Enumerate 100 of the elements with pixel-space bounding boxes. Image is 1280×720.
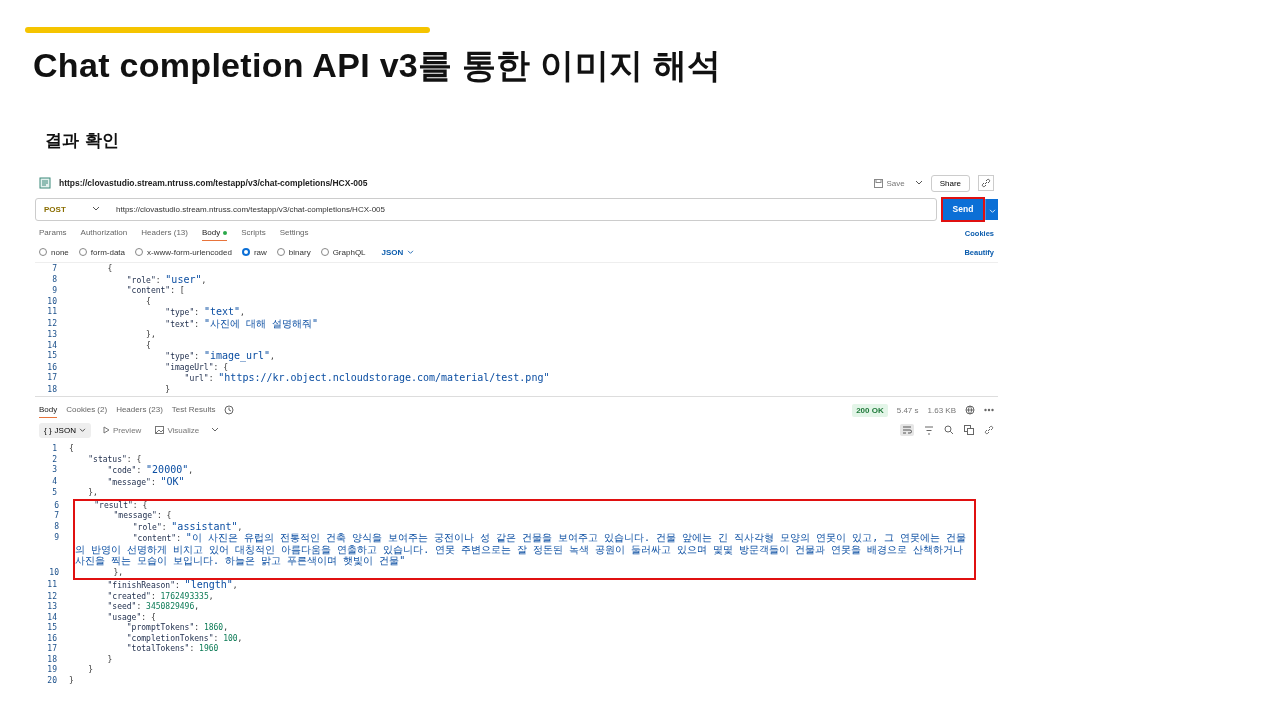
line-number: 9 xyxy=(51,286,58,297)
response-tab[interactable]: Headers (23) xyxy=(116,402,163,418)
line-number: 12 xyxy=(46,591,58,602)
body-type-option[interactable]: binary xyxy=(276,247,311,257)
line-number: 14 xyxy=(46,612,58,623)
code-line: { xyxy=(145,340,152,351)
line-number: 20 xyxy=(46,675,58,686)
code-line: "type": "text", xyxy=(164,307,246,319)
line-number: 15 xyxy=(46,623,58,634)
code-line: } xyxy=(87,665,95,676)
code-line: "finishReason": "length", xyxy=(106,580,239,592)
response-tab[interactable]: Test Results xyxy=(171,402,216,418)
code-line: "completionTokens": 100, xyxy=(125,633,244,644)
line-number: 6 xyxy=(53,500,60,511)
line-number: 19 xyxy=(46,665,58,676)
line-number: 8 xyxy=(51,274,58,286)
caret-icon[interactable] xyxy=(914,180,923,186)
code-line: "code": "20000", xyxy=(106,465,195,477)
code-line: "result": { xyxy=(93,500,149,511)
request-tab[interactable]: Settings xyxy=(279,225,309,241)
line-number: 9 xyxy=(53,533,60,544)
json-format-button[interactable]: { } JSON xyxy=(39,422,91,438)
send-options-button[interactable] xyxy=(985,198,998,220)
request-tab[interactable]: Authorization xyxy=(80,225,128,241)
search-icon[interactable] xyxy=(944,425,954,435)
line-number: 10 xyxy=(46,296,58,307)
history-icon[interactable] xyxy=(224,405,235,415)
code-line: "message": "OK" xyxy=(106,476,186,488)
body-type-option[interactable]: raw xyxy=(241,247,267,257)
line-number: 17 xyxy=(46,373,58,384)
code-line: } xyxy=(106,654,114,665)
line-number: 7 xyxy=(53,511,60,522)
visualize-button[interactable]: Visualize xyxy=(153,425,202,435)
body-type-option[interactable]: x-www-form-urlencoded xyxy=(135,247,232,257)
code-line: "url": "https://kr.object.ncloudstorage.com/material/test.png" xyxy=(183,373,551,385)
url-field[interactable]: POST https://clovastudio.stream.ntruss.com/testapp/v3/chat-completions/HCX-005 xyxy=(35,197,937,221)
line-number: 10 xyxy=(48,567,60,578)
copy-icon[interactable] xyxy=(964,425,974,435)
request-tab[interactable]: Body xyxy=(201,225,228,241)
caret-icon xyxy=(988,208,996,214)
code-line: "content": [ xyxy=(125,286,186,297)
code-line: "text": "사진에 대해 설명해줘" xyxy=(164,318,319,330)
document-icon xyxy=(39,177,51,189)
request-name: https://clovastudio.stream.ntruss.com/testapp/v3/chat-completions/HCX-005 xyxy=(59,178,368,188)
code-line: } xyxy=(164,384,172,395)
line-number: 1 xyxy=(51,444,58,455)
code-line: "created": 1762493335, xyxy=(106,591,215,602)
code-line: "status": { xyxy=(87,454,143,465)
code-line: }, xyxy=(112,567,125,578)
line-number: 5 xyxy=(51,488,58,499)
line-number: 13 xyxy=(46,602,58,613)
line-number: 11 xyxy=(46,580,58,591)
code-line: }, xyxy=(87,488,99,499)
braces-icon: { } xyxy=(44,425,52,435)
line-number: 13 xyxy=(46,330,58,341)
save-icon xyxy=(874,178,884,188)
response-time: 5.47 s xyxy=(896,405,919,415)
response-tab[interactable]: Cookies (2) xyxy=(66,402,108,418)
line-number: 15 xyxy=(46,351,58,362)
code-line: "content": "이 사진은 유럽의 전통적인 건축 양식을 보여주는 궁전이나 성 같은 건물을 보여주고 있습니다. 건물 앞에는 긴 직사각형 모양의 연못이 있고, 그 연못에는 건물의 반영이 선명하게 비치고 있어 대칭적인 아름다움을 연출하고 있습니다. 연못 주변으로는 잘 정돈된 녹색 공원이 둘러싸고 있으며 몇몇 방문객들이 건물과 연못을 배경으로 산책하거나 사진을 찍는 모습이 보입니다. 하늘은 맑고 푸른색이며 햇빛이 건물" xyxy=(75,533,968,568)
caret-icon xyxy=(92,206,100,212)
link-icon[interactable] xyxy=(984,425,994,435)
more-icon[interactable] xyxy=(984,408,994,412)
caret-icon xyxy=(407,249,415,255)
code-line: "usage": { xyxy=(106,612,157,623)
slide-title: Chat completion API v3를 통한 이미지 해석 xyxy=(33,45,723,86)
line-number: 2 xyxy=(51,454,58,465)
filter-icon[interactable] xyxy=(924,425,934,435)
body-type-option[interactable]: none xyxy=(39,247,69,257)
response-tab[interactable]: Body xyxy=(39,402,58,418)
code-line: "type": "image_url", xyxy=(164,351,276,363)
code-line: { xyxy=(69,444,75,455)
code-line: "promptTokens": 1860, xyxy=(125,623,229,634)
preview-button[interactable]: Preview xyxy=(100,425,144,435)
request-tab[interactable]: Params xyxy=(39,225,67,241)
status-badge: 200 OK xyxy=(852,403,888,417)
save-button[interactable]: Save xyxy=(872,178,907,188)
body-type-option[interactable]: GraphQL xyxy=(320,247,366,257)
request-tab[interactable]: Headers (13) xyxy=(141,225,188,241)
body-type-option[interactable]: form-data xyxy=(78,247,126,257)
code-line: } xyxy=(69,675,75,686)
share-button[interactable]: Share xyxy=(930,174,970,192)
line-number: 4 xyxy=(51,476,58,488)
caret-icon[interactable] xyxy=(211,427,220,433)
response-size: 1.63 KB xyxy=(927,405,956,415)
code-line: }, xyxy=(145,330,157,341)
code-line: "role": "assistant", xyxy=(131,521,244,533)
format-dropdown[interactable]: JSON xyxy=(375,246,421,258)
line-number: 3 xyxy=(51,465,58,476)
request-tab[interactable]: Scripts xyxy=(241,225,266,241)
send-button[interactable]: Send xyxy=(943,198,983,220)
line-number: 18 xyxy=(46,384,58,395)
code-line: "role": "user", xyxy=(125,274,208,286)
play-icon xyxy=(102,426,110,434)
code-line: "imageUrl": { xyxy=(164,362,229,373)
globe-icon[interactable] xyxy=(965,405,975,415)
line-number: 17 xyxy=(46,644,58,655)
code-line: { xyxy=(145,296,152,307)
slide-subtitle: 결과 확인 xyxy=(45,129,120,152)
line-number: 14 xyxy=(46,340,58,351)
